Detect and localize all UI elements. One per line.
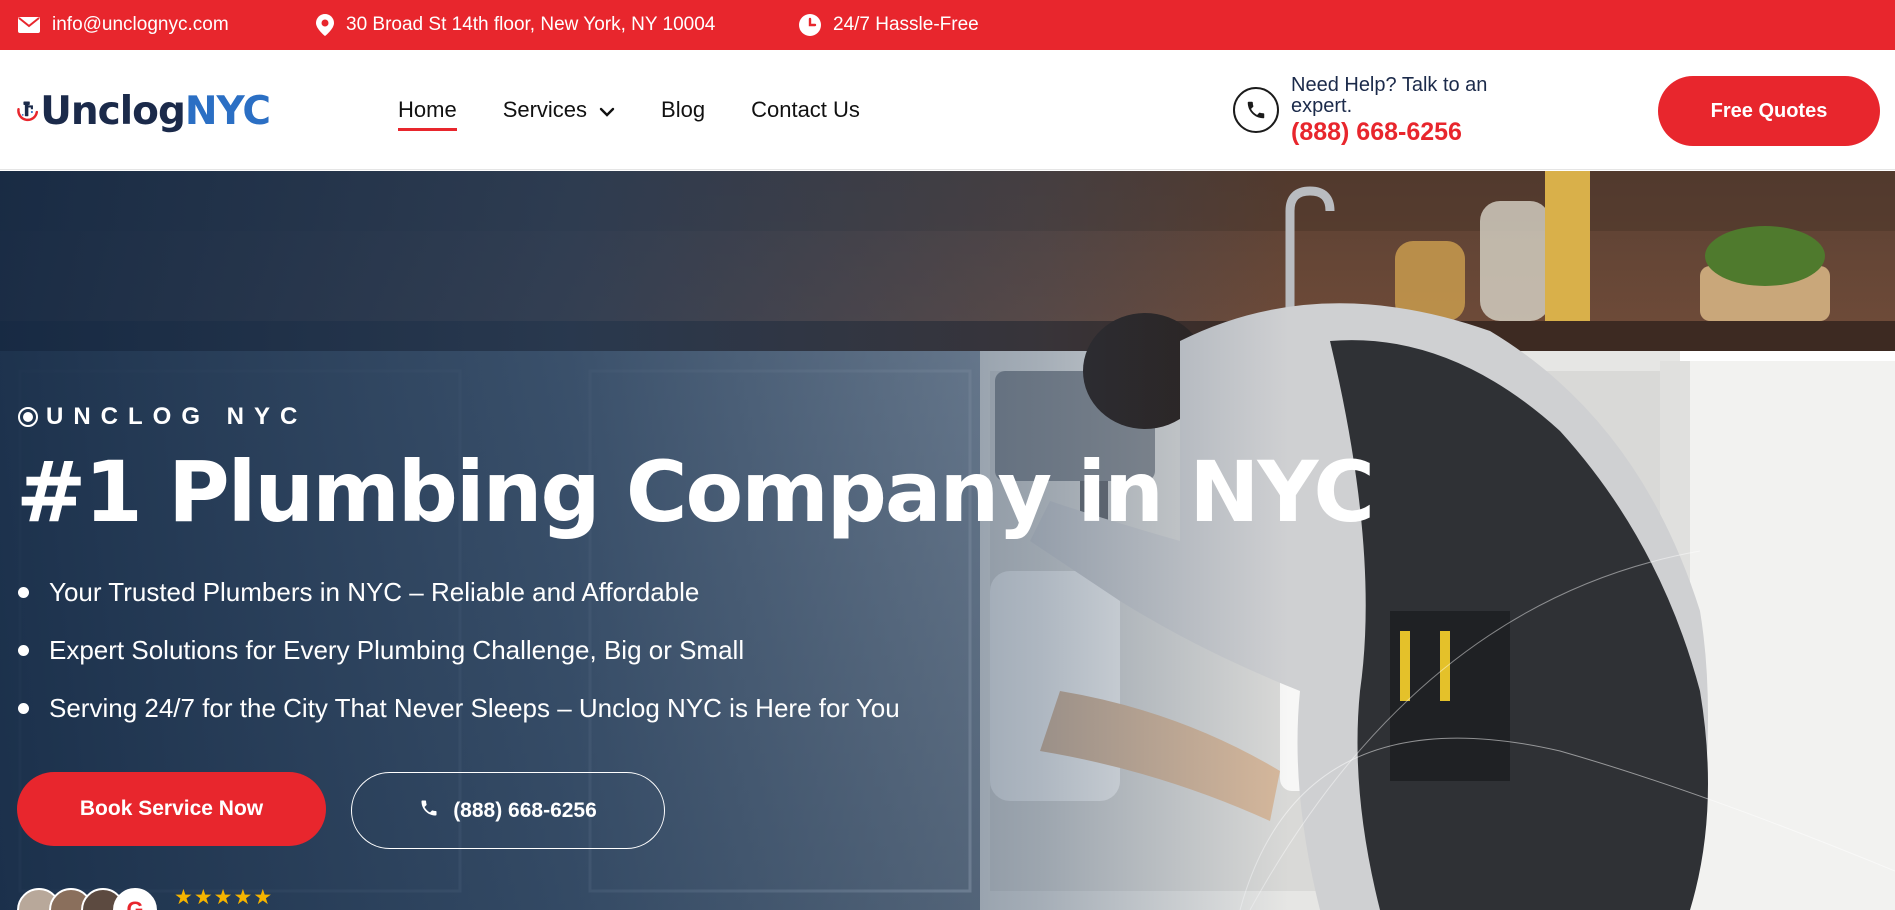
address-info: 30 Broad St 14th floor, New York, NY 100… xyxy=(316,0,715,50)
star-icon: ★ xyxy=(253,886,274,909)
help-label: Need Help? Talk to an expert. xyxy=(1291,74,1488,117)
star-icon: ★ xyxy=(213,886,234,909)
main-nav: Home Services Blog Contact Us xyxy=(398,50,906,170)
email-text: info@unclognyc.com xyxy=(52,14,229,35)
plunger-logo-icon xyxy=(17,101,39,122)
logo-wordmark: UnclogNYC xyxy=(40,88,271,134)
star-icon: ★ xyxy=(174,886,194,909)
email-info[interactable]: info@unclognyc.com xyxy=(18,0,229,50)
mail-icon xyxy=(18,17,40,33)
site-logo[interactable]: UnclogNYC xyxy=(15,72,271,150)
nav-services[interactable]: Services xyxy=(503,97,615,123)
bullet-text: Serving 24/7 for the City That Never Sle… xyxy=(49,692,900,723)
list-item: Your Trusted Plumbers in NYC – Reliable … xyxy=(18,563,900,621)
customer-avatars: G xyxy=(17,888,157,910)
phone-icon xyxy=(419,798,439,824)
phone-icon xyxy=(1233,87,1279,133)
help-contact[interactable]: Need Help? Talk to an expert. (888) 668-… xyxy=(1233,50,1521,170)
hours-text: 24/7 Hassle-Free xyxy=(833,14,979,35)
nav-home-label: Home xyxy=(398,97,457,122)
star-icon: ★ xyxy=(193,886,214,909)
bullet-text: Expert Solutions for Every Plumbing Chal… xyxy=(49,634,745,665)
map-pin-icon xyxy=(316,14,334,36)
rating-stars: ★★★★★ xyxy=(174,885,273,910)
nav-services-label: Services xyxy=(502,97,588,122)
site-header: UnclogNYC Home Services Blog Contact Us … xyxy=(0,50,1895,170)
nav-contact[interactable]: Contact Us xyxy=(751,97,860,123)
hero-title: #1 Plumbing Company in NYC xyxy=(16,443,1375,541)
address-text: 30 Broad St 14th floor, New York, NY 100… xyxy=(346,14,716,35)
eyebrow-text: UNCLOG NYC xyxy=(46,403,308,430)
call-phone-text: (888) 668-6256 xyxy=(453,798,597,822)
bullet-dot-icon xyxy=(18,702,29,714)
nav-blog-label: Blog xyxy=(661,97,706,122)
bullet-dot-icon xyxy=(18,644,29,656)
nav-blog[interactable]: Blog xyxy=(661,97,705,123)
help-phone-number[interactable]: (888) 668-6256 xyxy=(1291,120,1521,145)
star-icon: ★ xyxy=(233,886,254,909)
list-item: Expert Solutions for Every Plumbing Chal… xyxy=(18,621,900,679)
nav-home[interactable]: Home xyxy=(398,97,457,131)
clock-icon xyxy=(799,14,821,36)
hero-eyebrow: UNCLOG NYC xyxy=(18,403,307,431)
top-info-bar: info@unclognyc.com 30 Broad St 14th floo… xyxy=(0,0,1895,50)
radio-dot-icon xyxy=(18,407,38,427)
chevron-down-icon xyxy=(599,97,615,123)
hours-info: 24/7 Hassle-Free xyxy=(799,0,979,50)
hero-bullet-list: Your Trusted Plumbers in NYC – Reliable … xyxy=(18,563,900,737)
call-phone-button[interactable]: (888) 668-6256 xyxy=(351,772,665,849)
list-item: Serving 24/7 for the City That Never Sle… xyxy=(18,679,900,737)
bullet-text: Your Trusted Plumbers in NYC – Reliable … xyxy=(49,576,700,607)
nav-contact-label: Contact Us xyxy=(751,97,860,122)
free-quotes-button[interactable]: Free Quotes xyxy=(1658,76,1880,146)
bullet-dot-icon xyxy=(18,586,29,598)
book-service-button[interactable]: Book Service Now xyxy=(17,772,326,846)
hero-section: UNCLOG NYC #1 Plumbing Company in NYC Yo… xyxy=(0,171,1895,910)
